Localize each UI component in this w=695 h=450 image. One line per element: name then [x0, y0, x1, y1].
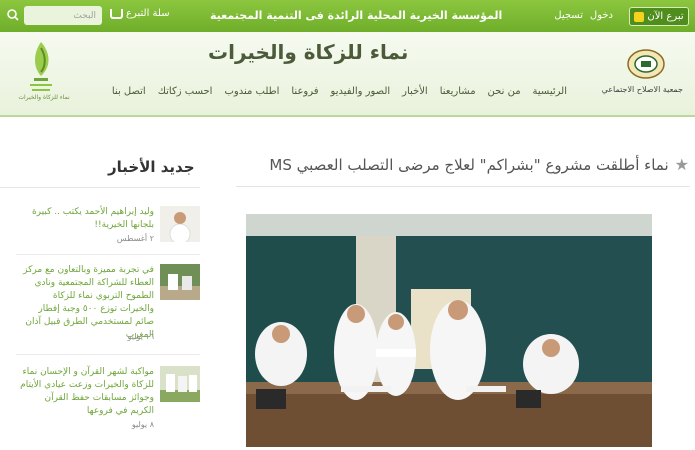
news-thumbnail[interactable] — [160, 366, 200, 402]
news-separator — [16, 354, 200, 355]
article-title: ★ نماء أطلقت مشروع "بشراكم" لعلاج مرضى ا… — [269, 155, 689, 174]
tagline: المؤسسة الخيرية المحلية الرائدة فى التنم… — [210, 9, 503, 22]
nav-request-rep[interactable]: اطلب مندوب — [224, 86, 279, 97]
latest-news-heading: جديد الأخبار — [108, 158, 195, 176]
logo-caption: نماء للزكاة والخيرات — [18, 94, 70, 101]
search-input[interactable]: البحث — [24, 6, 102, 25]
news-item[interactable]: وليد إبراهيم الأحمد يكتب .. كبيرة بلجانه… — [16, 206, 200, 246]
article-title-text: نماء أطلقت مشروع "بشراكم" لعلاج مرضى الت… — [269, 155, 669, 174]
register-link[interactable]: تسجيل — [554, 10, 583, 21]
nav-branches[interactable]: فروعنا — [291, 86, 318, 97]
donate-icon — [634, 11, 645, 22]
nav-home[interactable]: الرئيسية — [533, 86, 567, 97]
search-icon[interactable] — [4, 6, 20, 25]
cart-label: سلة التبرع — [126, 8, 170, 19]
reform-society-logo[interactable] — [627, 48, 665, 80]
news-thumbnail[interactable] — [160, 206, 200, 242]
news-date: ٢ أغسطس — [116, 234, 154, 243]
article-photo — [246, 214, 652, 447]
cart-icon — [110, 8, 123, 19]
nav-zakat-calc[interactable]: احسب زكاتك — [158, 86, 213, 97]
news-date: ٨ يوليو — [131, 420, 154, 429]
main-nav: الرئيسية من نحن مشاريعنا الأخبار الصور و… — [112, 86, 567, 97]
donation-cart-link[interactable]: سلة التبرع — [110, 8, 170, 19]
nav-projects[interactable]: مشاريعنا — [440, 86, 476, 97]
nav-media[interactable]: الصور والفيديو — [331, 86, 391, 97]
nav-news[interactable]: الأخبار — [402, 86, 428, 97]
top-bar: تبرع الآن دخول تسجيل المؤسسة الخيرية الم… — [0, 0, 695, 32]
nav-about[interactable]: من نحن — [488, 86, 521, 97]
donate-now-button[interactable]: تبرع الآن — [629, 7, 689, 26]
site-title: نماء للزكاة والخيرات — [208, 40, 409, 64]
site-header: نماء للزكاة والخيرات نماء للزكاة والخيرا… — [0, 32, 695, 117]
news-headline[interactable]: مواكبة لشهر القرآن و الإحسان نماء للزكاة… — [18, 366, 154, 418]
login-link[interactable]: دخول — [590, 10, 613, 21]
news-separator — [16, 254, 200, 255]
star-icon: ★ — [674, 155, 689, 174]
news-thumbnail[interactable] — [160, 264, 200, 300]
news-date: ١٦ يوليو — [127, 332, 154, 341]
news-item[interactable]: في تجربة مميزة وبالتعاون مع مركز العطاء … — [16, 264, 200, 350]
news-item[interactable]: مواكبة لشهر القرآن و الإحسان نماء للزكاة… — [16, 366, 200, 436]
nav-contact[interactable]: اتصل بنا — [112, 86, 146, 97]
donate-now-label: تبرع الآن — [647, 11, 684, 22]
namaa-logo[interactable] — [22, 38, 60, 96]
title-divider — [236, 186, 690, 187]
news-divider — [0, 187, 200, 188]
search-placeholder: البحث — [73, 10, 96, 21]
news-headline[interactable]: في تجربة مميزة وبالتعاون مع مركز العطاء … — [18, 264, 154, 342]
news-headline[interactable]: وليد إبراهيم الأحمد يكتب .. كبيرة بلجانه… — [18, 206, 154, 232]
partner-name: جمعية الاصلاح الاجتماعي — [601, 85, 683, 94]
